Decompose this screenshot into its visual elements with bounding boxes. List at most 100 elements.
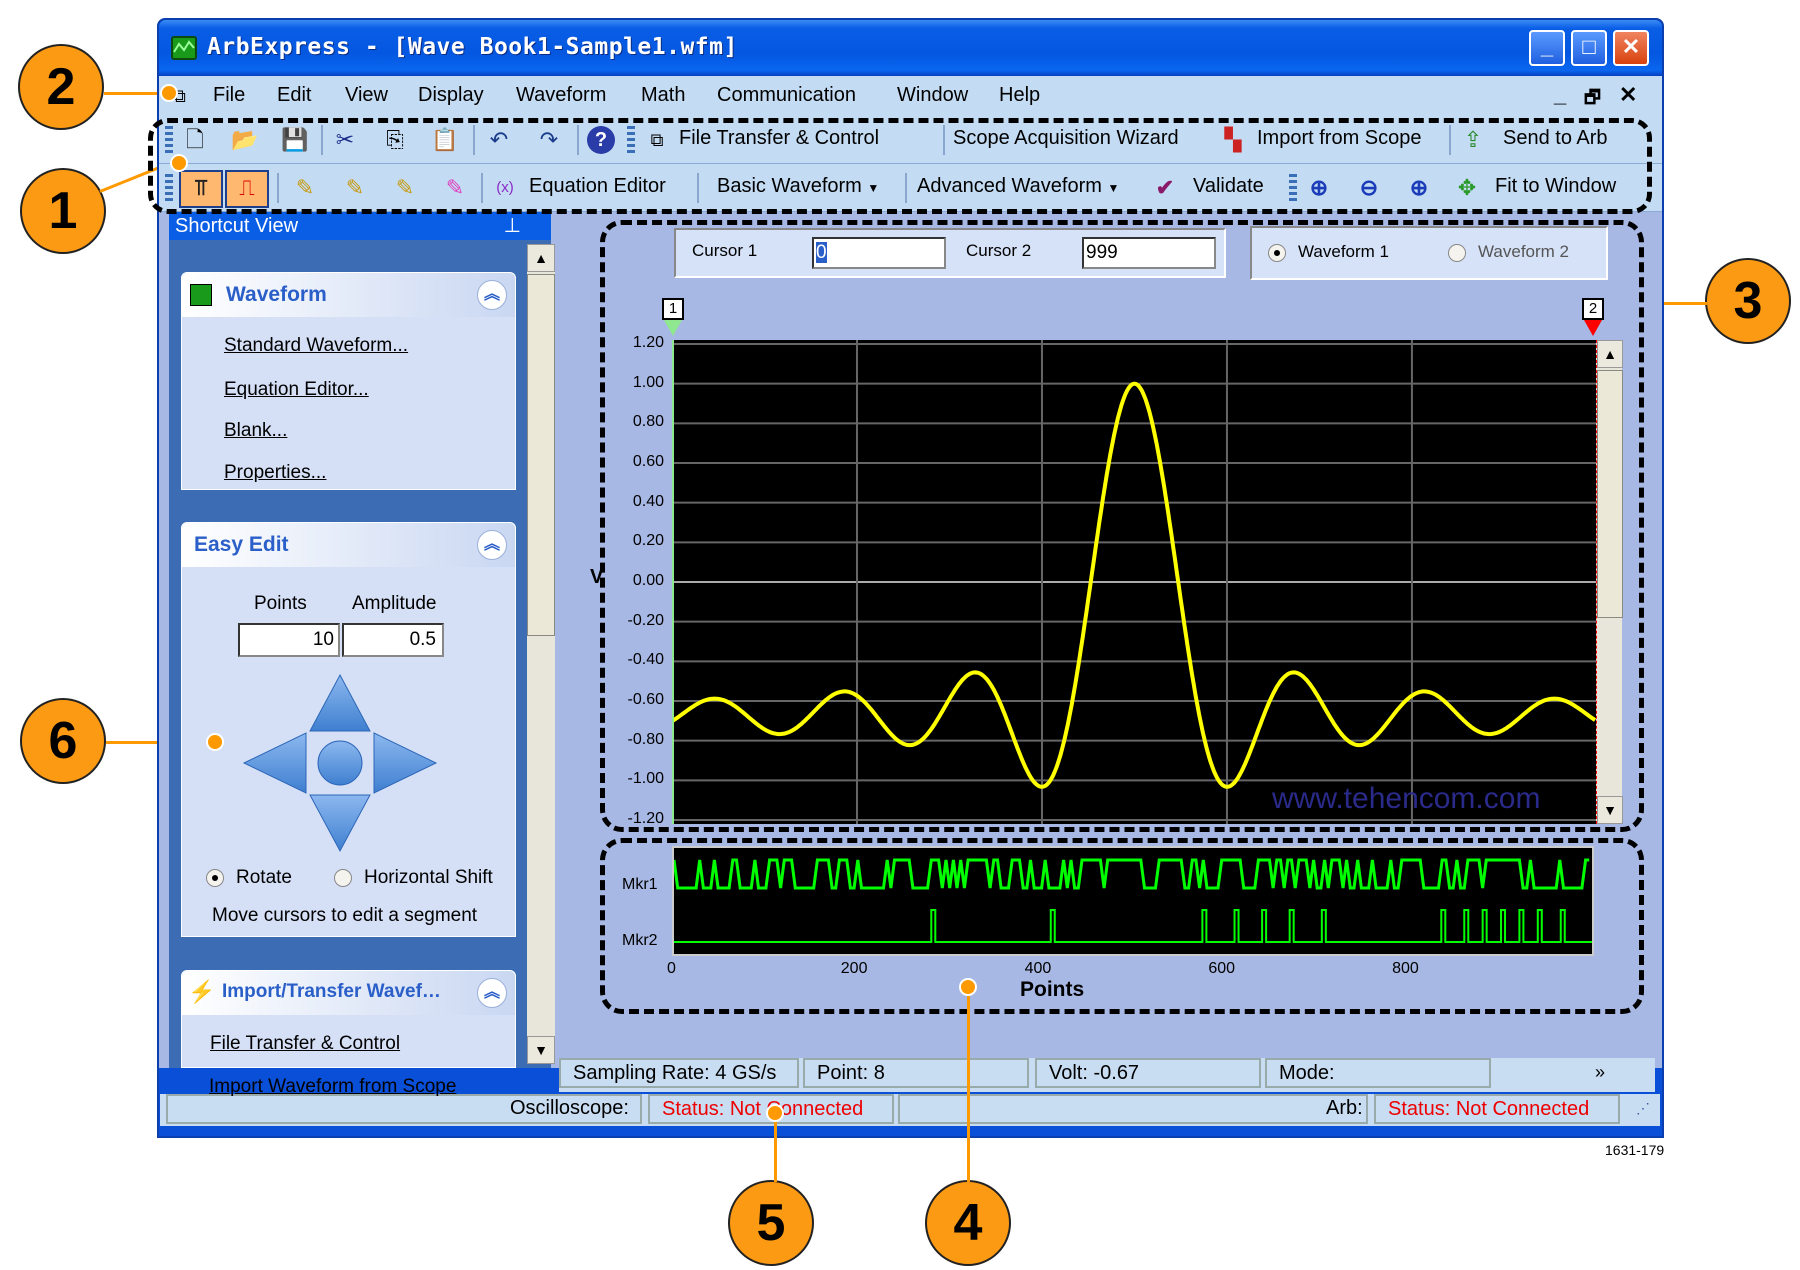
menu-help[interactable]: Help: [999, 84, 1040, 107]
y-tick-label: 0.40: [632, 492, 664, 510]
scroll-thumb[interactable]: [527, 274, 555, 636]
waveform-app-icon: [171, 36, 197, 60]
menu-waveform[interactable]: Waveform: [516, 84, 606, 107]
watermark: www.tehencom.com: [1272, 782, 1541, 815]
sampling-rate-status: Sampling Rate: 4 GS/s: [559, 1058, 799, 1088]
left-arrow-button[interactable]: [242, 732, 307, 794]
shortcut-view-title: Shortcut View ⊥: [169, 212, 551, 240]
y-tick-label: -0.80: [627, 730, 664, 748]
equation-editor-link[interactable]: Equation Editor...: [224, 379, 369, 401]
scroll-down-button[interactable]: ▼: [527, 1036, 555, 1064]
status-info-bar: Sampling Rate: 4 GS/s Point: 8 Volt: -0.…: [559, 1058, 1655, 1092]
marker-plot[interactable]: [672, 846, 1594, 956]
rotate-radio[interactable]: [206, 869, 224, 887]
mode-status: Mode:: [1265, 1058, 1491, 1088]
waveform-panel: Waveform ︽ Standard Waveform... Equation…: [181, 272, 516, 490]
menu-window[interactable]: Window: [897, 84, 968, 107]
points-label: Points: [254, 593, 307, 614]
collapse-chevron-icon[interactable]: ︽: [477, 280, 507, 310]
waveform1-label: Waveform 1: [1298, 242, 1390, 261]
up-arrow-button[interactable]: [309, 673, 371, 732]
mkr2-trace: [674, 909, 1592, 943]
plot-scroll-down-button[interactable]: ▼: [1597, 796, 1623, 824]
waveform-panel-icon: [190, 284, 212, 306]
mkr1-label: Mkr1: [622, 876, 658, 893]
cursor1-marker[interactable]: 1: [662, 298, 684, 320]
collapse-chevron-icon[interactable]: ︽: [477, 978, 507, 1008]
waveform-plot[interactable]: [672, 340, 1596, 824]
callout-5-dot: [766, 1104, 784, 1122]
waveform1-radio[interactable]: [1268, 244, 1286, 262]
toolbar-region-outline: [148, 118, 1652, 214]
x-tick-label: 800: [1392, 960, 1419, 977]
shortcut-view: Shortcut View ⊥ Waveform ︽ Standard Wavef…: [169, 212, 555, 1097]
import-waveform-link[interactable]: Import Waveform from Scope: [209, 1076, 456, 1098]
point-status: Point: 8: [803, 1058, 1029, 1088]
cursor1-input[interactable]: 0: [812, 237, 946, 269]
x-axis-label: Points: [1020, 978, 1085, 1001]
minimize-button[interactable]: _: [1529, 30, 1565, 66]
menu-communication[interactable]: Communication: [717, 84, 856, 107]
menu-file[interactable]: File: [213, 84, 245, 107]
mdi-close-button[interactable]: ✕: [1619, 82, 1637, 108]
menu-edit[interactable]: Edit: [277, 84, 311, 107]
mdi-restore-button[interactable]: 🗗: [1584, 85, 1601, 115]
blank-link[interactable]: Blank...: [224, 420, 287, 442]
menu-bar: ⧉ File Edit View Display Waveform Math C…: [159, 76, 1662, 116]
mdi-minimize-button[interactable]: _: [1554, 82, 1566, 108]
edit-hint: Move cursors to edit a segment: [212, 905, 478, 926]
y-tick-label: -0.20: [627, 611, 664, 629]
cursor2-label: Cursor 2: [966, 241, 1032, 260]
pin-icon[interactable]: ⊥: [504, 212, 521, 240]
y-tick-label: 0.80: [632, 413, 664, 431]
waveform2-radio[interactable]: [1448, 244, 1466, 262]
file-transfer-link[interactable]: File Transfer & Control: [210, 1033, 400, 1055]
y-tick-label: 0.20: [632, 532, 664, 550]
points-input[interactable]: 10: [238, 623, 340, 657]
plot-scroll-up-button[interactable]: ▲: [1597, 340, 1623, 368]
direction-pad: [242, 673, 438, 853]
shortcut-scrollbar[interactable]: ▲ ▼: [527, 244, 555, 1064]
center-button[interactable]: [317, 740, 363, 786]
waveform-panel-header[interactable]: Waveform ︽: [182, 273, 515, 317]
menu-math[interactable]: Math: [641, 84, 685, 107]
arb-status: Status: Not Connected: [1374, 1094, 1620, 1124]
plot-scrollbar[interactable]: ▲ ▼: [1596, 340, 1623, 824]
standard-waveform-link[interactable]: Standard Waveform...: [224, 335, 408, 357]
down-arrow-button[interactable]: [309, 794, 371, 853]
callout-4: 4: [925, 1180, 1011, 1266]
menu-view[interactable]: View: [345, 84, 388, 107]
waveform-panel-title: Waveform: [226, 283, 327, 306]
easy-edit-header[interactable]: Easy Edit ︽: [182, 523, 515, 567]
amplitude-input[interactable]: 0.5: [342, 623, 444, 657]
horizontal-shift-radio[interactable]: [334, 869, 352, 887]
y-tick-label: -1.00: [627, 770, 664, 788]
properties-link[interactable]: Properties...: [224, 462, 326, 484]
right-arrow-button[interactable]: [373, 732, 438, 794]
x-tick-label: 0: [667, 960, 676, 977]
horizontal-shift-label: Horizontal Shift: [364, 867, 493, 888]
cursor2-marker[interactable]: 2: [1582, 298, 1604, 320]
title-bar[interactable]: ArbExpress - [Wave Book1-Sample1.wfm] _ …: [159, 20, 1662, 76]
import-panel-header[interactable]: ⚡ Import/Transfer Wavef… ︽: [182, 971, 515, 1015]
collapse-chevron-icon[interactable]: ︽: [477, 530, 507, 560]
x-tick-label: 600: [1208, 960, 1236, 977]
cursor2-input[interactable]: 999: [1082, 237, 1216, 269]
callout-4-dot: [959, 978, 977, 996]
scroll-up-button[interactable]: ▲: [527, 244, 555, 272]
cursor1-value: 0: [816, 242, 827, 263]
menu-display[interactable]: Display: [418, 84, 484, 107]
maximize-button[interactable]: □: [1571, 30, 1607, 66]
callout-3: 3: [1705, 258, 1791, 344]
close-button[interactable]: ✕: [1613, 30, 1649, 66]
y-tick-label: 1.20: [632, 334, 664, 351]
y-tick-label: 0.00: [632, 572, 664, 589]
expand-chevron-icon[interactable]: »: [1595, 1062, 1605, 1083]
waveform1-line: [672, 381, 1596, 789]
x-tick-label: 200: [840, 960, 868, 977]
plot-scroll-thumb[interactable]: [1597, 370, 1623, 618]
y-tick-label: -1.20: [627, 810, 664, 827]
waveform-select-group: Waveform 1 Waveform 2: [1250, 226, 1608, 280]
cursor1-arrow-icon: [664, 320, 682, 336]
resize-grip-icon[interactable]: ⋰: [1636, 1100, 1650, 1117]
